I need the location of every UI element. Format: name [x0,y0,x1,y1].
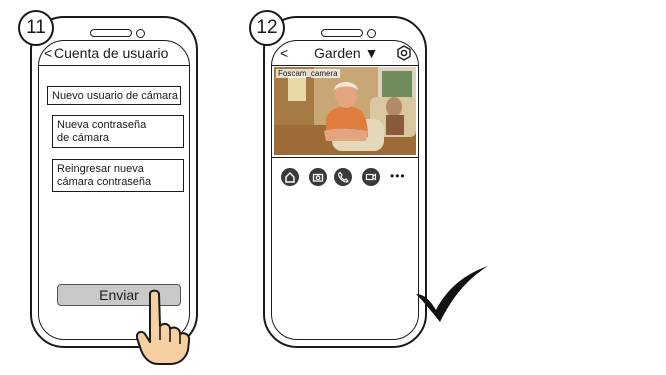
front-camera [136,29,145,38]
snapshot-icon[interactable] [309,168,327,186]
header-divider [272,65,418,66]
live-video-image [274,67,416,155]
phone-screen: < Garden ▼ Foscam_camera ••• [271,40,419,340]
new-camera-password-field[interactable]: Nueva contraseña de cámara [52,115,184,148]
step-number: 11 [26,17,46,38]
back-button[interactable]: < [280,45,288,61]
feed-divider [272,157,418,158]
record-icon[interactable] [362,168,380,186]
speaker-slot [90,29,132,37]
camera-feed[interactable]: Foscam_camera [274,67,416,155]
confirm-camera-password-field[interactable]: Reingresar nueva cámara contraseña [52,159,184,192]
phone-icon[interactable] [334,168,352,186]
step-number-badge: 11 [18,10,54,46]
step-number-badge: 12 [249,10,285,46]
more-options-button[interactable]: ••• [390,169,406,183]
phone-frame: < Garden ▼ Foscam_camera ••• [263,16,427,348]
checkmark-icon [416,266,488,322]
settings-icon[interactable] [396,45,412,61]
step-number: 12 [256,17,278,38]
new-camera-username-field[interactable]: Nuevo usuario de cámara [47,86,181,105]
pointing-hand-icon [136,289,191,365]
page-title: Cuenta de usuario [54,45,169,61]
screen-header: < Cuenta de usuario [39,43,189,65]
home-icon[interactable] [281,168,299,186]
screen-header: < Garden ▼ [272,43,418,65]
header-divider [39,65,189,66]
camera-name-overlay: Foscam_camera [276,69,340,78]
front-camera [367,29,376,38]
back-button[interactable]: < [44,45,52,61]
camera-selector[interactable]: Garden ▼ [314,45,378,61]
speaker-slot [321,29,363,37]
